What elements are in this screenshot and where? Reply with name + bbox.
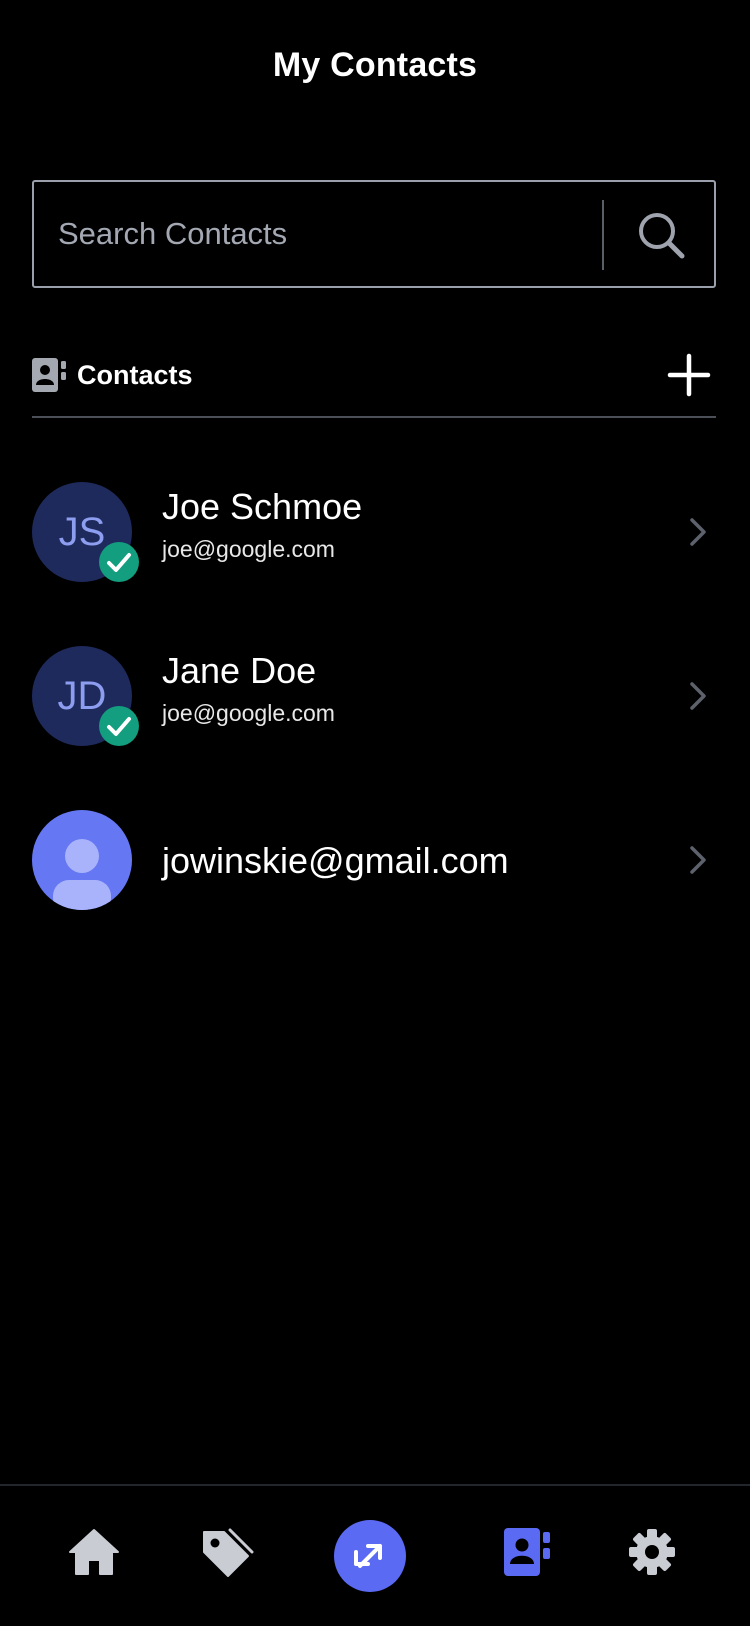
avatar	[32, 810, 132, 910]
chevron-right-icon	[690, 846, 706, 874]
transfer-icon	[354, 1544, 382, 1568]
chevron-right-icon	[690, 518, 706, 546]
verified-badge	[99, 706, 139, 746]
add-contact-button[interactable]	[666, 352, 712, 398]
contact-book-icon	[32, 358, 66, 392]
chevron-right-icon	[690, 682, 706, 710]
search-icon	[639, 213, 685, 259]
home-icon	[69, 1529, 119, 1575]
contact-name: jowinskie@gmail.com	[162, 840, 509, 881]
gear-icon	[629, 1529, 675, 1575]
tag-icon	[203, 1528, 254, 1577]
contact-list-item[interactable]: jowinskie@gmail.com	[32, 810, 716, 910]
search-input[interactable]	[34, 182, 604, 286]
search-button[interactable]	[634, 208, 690, 264]
check-icon	[107, 717, 131, 736]
contact-book-icon	[504, 1528, 550, 1576]
plus-icon	[667, 353, 711, 397]
nav-contacts[interactable]	[498, 1524, 554, 1580]
nav-transfer[interactable]	[334, 1520, 406, 1592]
bottom-navigation	[0, 1484, 750, 1626]
contact-name: Jane Doe	[162, 650, 317, 691]
contact-list-item[interactable]: JD Jane Doe joe@google.com	[32, 646, 716, 746]
contact-name: Joe Schmoe	[162, 486, 363, 527]
nav-settings[interactable]	[624, 1524, 680, 1580]
contact-email: joe@google.com	[162, 536, 335, 562]
search-box	[32, 180, 716, 288]
person-icon	[53, 839, 111, 910]
page-title: My Contacts	[272, 46, 478, 84]
contacts-section-header: Contacts	[32, 350, 716, 418]
verified-badge	[99, 542, 139, 582]
check-icon	[107, 553, 131, 572]
search-divider	[602, 200, 604, 270]
contact-email: joe@google.com	[162, 700, 335, 726]
contact-list-item[interactable]: JS Joe Schmoe joe@google.com	[32, 482, 716, 582]
nav-tags[interactable]	[198, 1524, 254, 1580]
contacts-section-label: Contacts	[77, 360, 193, 390]
nav-home[interactable]	[66, 1524, 122, 1580]
